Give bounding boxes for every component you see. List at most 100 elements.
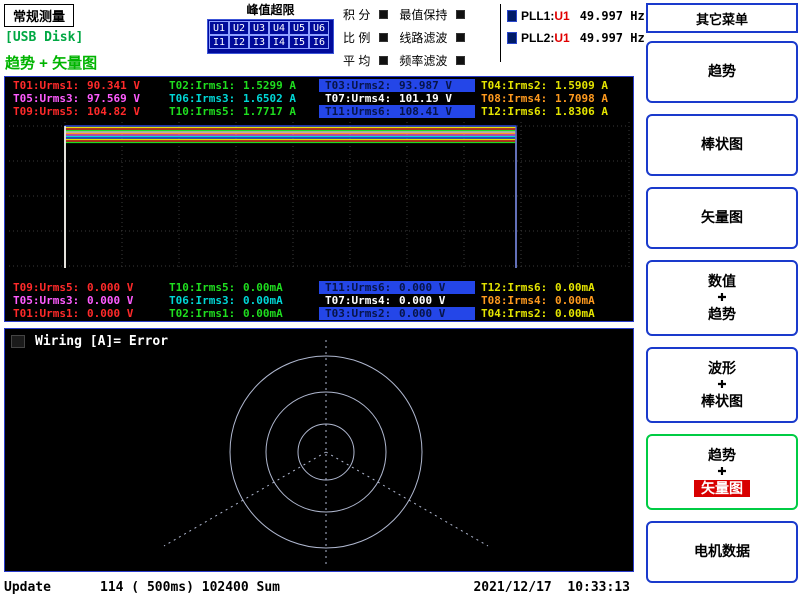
peak-cell-u3: U3 <box>249 21 269 35</box>
sidebar-item-motor-data[interactable]: 电机数据 <box>646 521 798 583</box>
pll-source: U1 <box>554 31 569 45</box>
peak-cell-i3: I3 <box>249 35 269 49</box>
pll-frequency: 49.997 Hz <box>580 9 645 23</box>
toggle-indicator-icon <box>456 33 465 42</box>
peak-cell-u1: U1 <box>209 21 229 35</box>
datetime-display: 2021/12/17 10:33:13 <box>473 580 630 595</box>
toggle-indicator-icon <box>379 56 388 65</box>
menu-item-label: 棒状图 <box>701 393 743 411</box>
display-mode-menu: 趋势棒状图矢量图数值✚趋势波形✚棒状图趋势✚矢量图电机数据 <box>646 41 798 583</box>
toggle-indicator-icon <box>456 56 465 65</box>
measure-peak-t12: T12:Irms6:1.8306 A <box>475 105 631 118</box>
pll-label: PLL2: <box>521 31 554 45</box>
measure-now-t06: T06:Irms3:0.00mA <box>163 294 319 307</box>
view-title: 趋势 + 矢量图 <box>5 52 97 73</box>
measure-peak-t11: T11:Urms6:108.41 V <box>319 105 475 118</box>
sidebar-item-numeric-trend[interactable]: 数值 ✚ 趋势 <box>646 260 798 336</box>
trend-peak-values: T01:Urms1:90.341 VT02:Irms1:1.5299 AT03:… <box>7 79 631 118</box>
menu-item-label: 矢量图 <box>694 480 750 498</box>
plus-icon: ✚ <box>717 293 726 304</box>
top-header: 常规测量 [USB Disk] 趋势 + 矢量图 峰值超限 U1U2U3U4U5… <box>0 0 640 74</box>
peak-cell-u4: U4 <box>269 21 289 35</box>
wiring-status-row: Wiring [A]= Error <box>11 334 168 349</box>
toggle-label: 线路滤波 <box>399 29 447 46</box>
pll-row-2: PLL2:U149.997 Hz <box>507 31 645 45</box>
measure-peak-t05: T05:Urms3:97.569 V <box>7 92 163 105</box>
menu-item-label: 棒状图 <box>701 136 743 154</box>
peak-cell-i5: I5 <box>289 35 309 49</box>
measure-now-t12: T12:Irms6:0.00mA <box>475 281 631 294</box>
pll-source: U1 <box>554 9 569 23</box>
trend-gridlines <box>9 122 629 270</box>
peak-limit-grid: U1U2U3U4U5U6 I1I2I3I4I5I6 <box>207 19 334 54</box>
sidebar-item-bar-chart[interactable]: 棒状图 <box>646 114 798 176</box>
plus-icon: ✚ <box>717 380 726 391</box>
peak-cell-i2: I2 <box>229 35 249 49</box>
menu-item-label: 趋势 <box>708 306 736 324</box>
measure-peak-t10: T10:Irms5:1.7717 A <box>163 105 319 118</box>
sidebar-item-trend[interactable]: 趋势 <box>646 41 798 103</box>
peak-limit-panel: 峰值超限 U1U2U3U4U5U6 I1I2I3I4I5I6 <box>207 1 334 54</box>
peak-row-voltage: U1U2U3U4U5U6 <box>209 21 332 35</box>
measure-peak-t01: T01:Urms1:90.341 V <box>7 79 163 92</box>
measure-now-t07: T07:Urms4:0.000 V <box>319 294 475 307</box>
header-divider <box>500 4 501 62</box>
update-label: Update <box>4 580 100 595</box>
toggle-label: 最值保持 <box>399 6 447 23</box>
peak-limit-title: 峰值超限 <box>207 1 334 18</box>
sidebar-item-vector-chart[interactable]: 矢量图 <box>646 187 798 249</box>
measure-peak-t04: T04:Irms2:1.5909 A <box>475 79 631 92</box>
vector-phase-axes <box>164 340 488 564</box>
peak-cell-u5: U5 <box>289 21 309 35</box>
measurement-toggles: 积 分 最值保持比 例 线路滤波平 均 频率滤波 <box>343 6 467 69</box>
menu-item-label: 趋势 <box>708 63 736 81</box>
pll-source-icon <box>507 32 517 44</box>
vector-panel: Wiring [A]= Error <box>4 328 634 572</box>
peak-cell-i1: I1 <box>209 35 229 49</box>
toggle-indicator-icon <box>379 10 388 19</box>
toggle-indicator-icon <box>456 10 465 19</box>
measure-now-t01: T01:Urms1:0.000 V <box>7 307 163 320</box>
measure-now-t09: T09:Urms5:0.000 V <box>7 281 163 294</box>
measure-now-t08: T08:Irms4:0.00mA <box>475 294 631 307</box>
sidebar-item-trend-vector-chart[interactable]: 趋势 ✚ 矢量图 <box>646 434 798 510</box>
plus-icon: ✚ <box>717 467 726 478</box>
softkey-sidebar: 其它菜单 趋势棒状图矢量图数值✚趋势波形✚棒状图趋势✚矢量图电机数据 <box>644 0 800 600</box>
measure-peak-t06: T06:Irms3:1.6502 A <box>163 92 319 105</box>
peak-row-current: I1I2I3I4I5I6 <box>209 35 332 49</box>
other-menu-button[interactable]: 其它菜单 <box>646 3 798 33</box>
peak-cell-u2: U2 <box>229 21 249 35</box>
trend-lines <box>65 126 516 268</box>
toggle-label: 积 分 <box>343 6 370 23</box>
vector-diagram-svg <box>6 332 632 570</box>
pll-status-block: PLL1:U1 49.997 Hz PLL2:U149.997 Hz <box>507 9 645 45</box>
menu-item-label: 数值 <box>708 273 736 291</box>
sidebar-item-waveform-bar-chart[interactable]: 波形 ✚ 棒状图 <box>646 347 798 423</box>
measurement-mode-label: 常规测量 <box>4 4 74 27</box>
peak-cell-i6: I6 <box>309 35 329 49</box>
menu-item-label: 趋势 <box>708 447 736 465</box>
menu-item-label: 波形 <box>708 360 736 378</box>
toggle-label: 平 均 <box>343 52 370 69</box>
wiring-status-text: Wiring [A]= Error <box>35 334 168 349</box>
pll-source-icon <box>507 10 517 22</box>
measure-peak-t02: T02:Irms1:1.5299 A <box>163 79 319 92</box>
measure-now-t02: T02:Irms1:0.00mA <box>163 307 319 320</box>
toggle-label: 频率滤波 <box>399 52 447 69</box>
measure-peak-t09: T09:Urms5:104.82 V <box>7 105 163 118</box>
usb-disk-indicator: [USB Disk] <box>5 30 83 45</box>
measure-now-t04: T04:Irms2:0.00mA <box>475 307 631 320</box>
status-bar: Update 114 ( 500ms) 102400 Sum 2021/12/1… <box>0 574 640 600</box>
pll-row-1: PLL1:U1 49.997 Hz <box>507 9 645 23</box>
toggle-indicator-icon <box>379 33 388 42</box>
trend-current-values: T09:Urms5:0.000 VT10:Irms5:0.00mAT11:Urm… <box>7 281 631 320</box>
trend-plot-svg <box>7 118 631 276</box>
peak-cell-i4: I4 <box>269 35 289 49</box>
menu-item-label: 矢量图 <box>701 209 743 227</box>
measure-now-t05: T05:Urms3:0.000 V <box>7 294 163 307</box>
toggle-label: 比 例 <box>343 29 370 46</box>
measure-peak-t08: T08:Irms4:1.7098 A <box>475 92 631 105</box>
trend-panel: T01:Urms1:90.341 VT02:Irms1:1.5299 AT03:… <box>4 76 634 322</box>
menu-item-label: 电机数据 <box>694 543 750 561</box>
pll-label: PLL1: <box>521 9 554 23</box>
